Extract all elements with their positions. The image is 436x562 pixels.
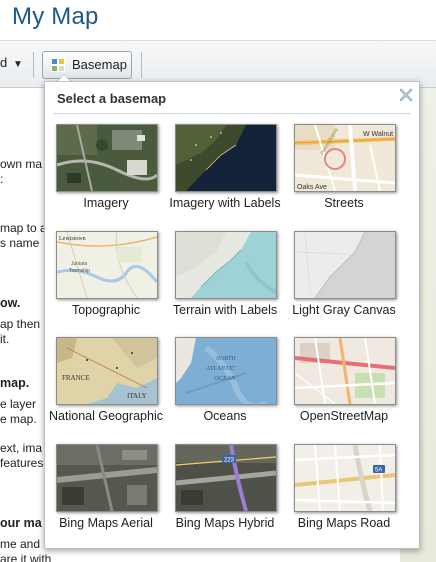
basemap-label: Oceans bbox=[203, 409, 247, 423]
bing-aerial-thumbnail bbox=[56, 444, 158, 512]
close-icon[interactable] bbox=[398, 87, 414, 103]
basemap-item-national-geographic[interactable]: FRANCE ITALY National Geographic bbox=[46, 335, 166, 439]
basemap-label: National Geographic bbox=[49, 409, 163, 423]
light-gray-thumbnail-image bbox=[295, 232, 395, 298]
basemap-label: Imagery with Labels bbox=[169, 196, 281, 210]
panel-text: e layer bbox=[0, 397, 37, 411]
streets-thumbnail: W Walnut Oaks Ave Pennsylvania bbox=[294, 124, 396, 192]
dropdown-caret-icon[interactable]: ▼ bbox=[13, 59, 23, 70]
basemap-label: Imagery bbox=[83, 196, 129, 210]
map-text: Juniata bbox=[71, 261, 87, 267]
popup-pointer-inner bbox=[58, 75, 70, 81]
map-text: Township bbox=[69, 268, 90, 274]
bing-aerial-thumbnail-image bbox=[57, 445, 157, 511]
basemap-label: Light Gray Canvas bbox=[292, 303, 396, 317]
toolbar-separator bbox=[33, 52, 34, 78]
panel-text: : bbox=[0, 172, 4, 186]
basemap-label: Terrain with Labels bbox=[172, 303, 278, 317]
basemap-label: Bing Maps Aerial bbox=[59, 516, 153, 530]
basemap-label: Bing Maps Road bbox=[297, 516, 391, 530]
basemap-gallery-popup: Select a basemap Imagery Imagery with La… bbox=[44, 81, 420, 549]
panel-text: e map. bbox=[0, 412, 37, 426]
panel-text: map to a bbox=[0, 221, 47, 235]
panel-heading: map. bbox=[0, 376, 30, 390]
oceans-thumbnail: NORTH ATLANTIC OCEAN bbox=[175, 337, 277, 405]
panel-heading: our ma bbox=[0, 516, 42, 530]
basemap-label: Topographic bbox=[71, 303, 141, 317]
basemap-item-oceans[interactable]: NORTH ATLANTIC OCEAN Oceans bbox=[165, 335, 285, 439]
map-text: Lewistown bbox=[59, 236, 86, 242]
basemap-item-bing-maps-road[interactable]: 5A Bing Maps Road bbox=[284, 442, 404, 546]
map-text: ITALY bbox=[127, 392, 147, 400]
imagery-thumbnail-image bbox=[57, 125, 157, 191]
map-text: NORTH bbox=[215, 356, 236, 362]
basemap-button[interactable]: Basemap bbox=[42, 51, 132, 79]
bing-road-thumbnail-image: 5A bbox=[295, 445, 395, 511]
panel-text: own ma bbox=[0, 157, 43, 171]
topographic-thumbnail: Lewistown Juniata Township bbox=[56, 231, 158, 299]
panel-text: s name bbox=[0, 236, 40, 250]
terrain-thumbnail bbox=[175, 231, 277, 299]
basemap-label: Bing Maps Hybrid bbox=[175, 516, 275, 530]
map-text: OCEAN bbox=[214, 375, 236, 382]
app-title: My Map bbox=[12, 3, 99, 30]
basemap-item-bing-maps-hybrid[interactable]: 223 Bing Maps Hybrid bbox=[165, 442, 285, 546]
panel-heading: ow. bbox=[0, 296, 21, 310]
basemap-item-light-gray-canvas[interactable]: Light Gray Canvas bbox=[284, 229, 404, 333]
basemap-button-label: Basemap bbox=[72, 57, 127, 72]
popup-divider bbox=[53, 113, 411, 114]
map-text: ATLANTIC bbox=[205, 365, 236, 372]
popup-title: Select a basemap bbox=[57, 91, 167, 106]
panel-text: ap then bbox=[0, 317, 41, 331]
panel-text: me and bbox=[0, 537, 41, 551]
imagery-labels-thumbnail-image bbox=[176, 125, 276, 191]
basemap-label: OpenStreetMap bbox=[299, 409, 389, 423]
map-text: 223 bbox=[224, 458, 235, 464]
terrain-thumbnail-image bbox=[176, 232, 276, 298]
imagery-labels-thumbnail bbox=[175, 124, 277, 192]
panel-text: features bbox=[0, 456, 44, 470]
basemap-item-bing-maps-aerial[interactable]: Bing Maps Aerial bbox=[46, 442, 166, 546]
basemap-label: Streets bbox=[324, 196, 364, 210]
toolbar-partial-dropdown-label[interactable]: d bbox=[0, 55, 7, 70]
basemap-item-terrain-with-labels[interactable]: Terrain with Labels bbox=[165, 229, 285, 333]
map-text: 5A bbox=[375, 468, 382, 474]
light-gray-thumbnail bbox=[294, 231, 396, 299]
bing-road-thumbnail: 5A bbox=[294, 444, 396, 512]
toolbar-separator bbox=[141, 52, 142, 78]
basemap-grid-icon bbox=[51, 58, 65, 72]
oceans-thumbnail-image: NORTH ATLANTIC OCEAN bbox=[176, 338, 276, 404]
osm-thumbnail-image bbox=[295, 338, 395, 404]
natgeo-thumbnail: FRANCE ITALY bbox=[56, 337, 158, 405]
basemap-item-openstreetmap[interactable]: OpenStreetMap bbox=[284, 335, 404, 439]
title-bar: My Map bbox=[0, 0, 436, 41]
panel-text: are it with bbox=[0, 552, 52, 562]
map-text: FRANCE bbox=[62, 374, 90, 382]
panel-text: ext, ima bbox=[0, 441, 43, 455]
imagery-thumbnail bbox=[56, 124, 158, 192]
osm-thumbnail bbox=[294, 337, 396, 405]
map-text: Oaks Ave bbox=[297, 184, 327, 191]
basemap-item-topographic[interactable]: Lewistown Juniata Township Topographic bbox=[46, 229, 166, 333]
map-text: W Walnut bbox=[363, 131, 393, 138]
basemap-item-imagery[interactable]: Imagery bbox=[46, 122, 166, 226]
basemap-item-streets[interactable]: W Walnut Oaks Ave Pennsylvania Streets bbox=[284, 122, 404, 226]
panel-text: it. bbox=[0, 332, 10, 346]
bing-hybrid-thumbnail-image: 223 bbox=[176, 445, 276, 511]
topographic-thumbnail-image: Lewistown Juniata Township bbox=[57, 232, 157, 298]
streets-thumbnail-image: W Walnut Oaks Ave Pennsylvania bbox=[295, 125, 395, 191]
natgeo-thumbnail-image: FRANCE ITALY bbox=[57, 338, 157, 404]
basemap-item-imagery-with-labels[interactable]: Imagery with Labels bbox=[165, 122, 285, 226]
bing-hybrid-thumbnail: 223 bbox=[175, 444, 277, 512]
